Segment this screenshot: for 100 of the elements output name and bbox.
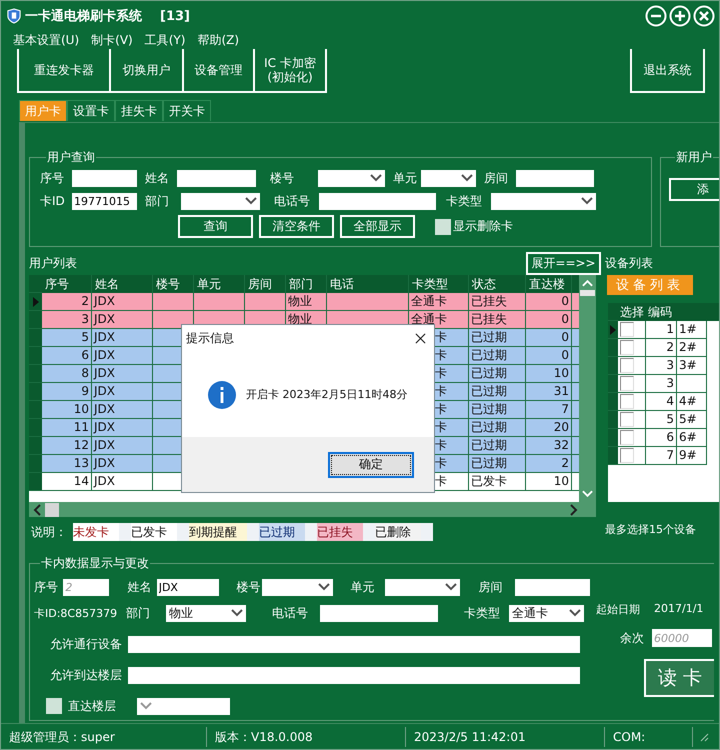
dropdown[interactable]: 全通卡: [509, 604, 584, 622]
close-icon[interactable]: [415, 333, 426, 344]
field-label: 余次: [620, 630, 644, 646]
query-button[interactable]: 清空条件: [259, 215, 334, 238]
table-cell: 10: [42, 401, 92, 419]
table-cell: 3: [646, 375, 677, 393]
date-value: 2017/1/1: [654, 602, 704, 617]
row-header-cell[interactable]: [29, 293, 42, 311]
query-button[interactable]: 全部显示: [340, 215, 415, 238]
menu-item[interactable]: 帮助(Z): [197, 32, 240, 48]
status-text: 版本：V18.0.008: [207, 726, 406, 746]
field-label: 单元: [350, 578, 376, 596]
field-label: 房间: [478, 578, 504, 596]
checkbox[interactable]: [620, 340, 634, 355]
row-header-cell[interactable]: [608, 321, 618, 339]
input-field[interactable]: [320, 604, 438, 622]
row-header-cell[interactable]: [29, 329, 42, 347]
dropdown[interactable]: [137, 698, 230, 714]
query-button[interactable]: 查询: [178, 215, 253, 238]
table-cell: 31: [526, 383, 572, 401]
toolbar-button[interactable]: 重连发卡器: [17, 49, 111, 93]
table-cell: 10: [526, 473, 572, 491]
row-header-cell[interactable]: [29, 383, 42, 401]
field-label: 允许到达楼层: [49, 666, 123, 684]
menu-item[interactable]: 制卡(V): [91, 32, 133, 48]
maximize-icon[interactable]: [669, 5, 691, 27]
resize-grip-icon[interactable]: [699, 732, 709, 742]
checkbox[interactable]: [620, 376, 634, 391]
table-cell: 11: [42, 419, 92, 437]
row-header-cell[interactable]: [608, 339, 618, 357]
row-header-cell[interactable]: [608, 357, 618, 375]
input-field[interactable]: [177, 170, 256, 186]
menu-item[interactable]: 工具(Y): [144, 32, 186, 48]
input-field[interactable]: [128, 666, 580, 684]
tab[interactable]: 挂失卡: [115, 100, 163, 121]
menu-item[interactable]: 基本设置(U): [13, 32, 80, 48]
input-field[interactable]: [319, 192, 436, 210]
dropdown[interactable]: [421, 170, 476, 186]
table-cell: 32: [526, 437, 572, 455]
table-cell: 3: [42, 311, 92, 329]
input-field[interactable]: [128, 636, 580, 652]
row-header-cell[interactable]: [608, 447, 618, 465]
dropdown[interactable]: [385, 578, 460, 596]
section-title: 设备列表: [605, 255, 654, 272]
row-header-cell[interactable]: [29, 455, 42, 473]
row-header-cell[interactable]: [608, 429, 618, 447]
dropdown[interactable]: 物业: [166, 604, 246, 622]
row-header-cell[interactable]: [608, 375, 618, 393]
scrollbar-thumb[interactable]: [580, 290, 595, 296]
table-cell: [245, 293, 286, 311]
chevron-down-icon: [461, 174, 473, 182]
add-button[interactable]: 添: [669, 178, 719, 201]
row-header-cell[interactable]: [608, 393, 618, 411]
scroll-left-icon[interactable]: [33, 504, 41, 516]
field-label: 起始日期: [596, 602, 640, 617]
scroll-down-icon[interactable]: [582, 490, 593, 498]
input-field[interactable]: [72, 170, 137, 186]
dropdown[interactable]: [491, 192, 596, 210]
table-cell: 14: [42, 473, 92, 491]
row-header-cell[interactable]: [29, 437, 42, 455]
field-label: 楼号: [236, 578, 262, 596]
row-header-cell[interactable]: [29, 419, 42, 437]
scroll-right-icon[interactable]: [570, 504, 578, 516]
table-cell: 9#: [677, 447, 707, 465]
table-cell: 2: [646, 339, 677, 357]
input-field[interactable]: [516, 170, 594, 186]
scrollbar-thumb[interactable]: [45, 502, 59, 516]
chevron-down-icon: [245, 197, 257, 205]
table-cell: 已过期: [469, 455, 526, 473]
checkbox[interactable]: [435, 218, 451, 234]
checkbox[interactable]: [620, 430, 634, 445]
tab[interactable]: 设置卡: [67, 100, 115, 121]
row-header-cell[interactable]: [29, 311, 42, 329]
checkbox[interactable]: [620, 322, 634, 337]
scroll-up-icon[interactable]: [582, 279, 593, 287]
row-header-cell[interactable]: [608, 411, 618, 429]
table-cell: 2: [526, 455, 572, 473]
checkbox[interactable]: [620, 358, 634, 373]
read-card-button[interactable]: 读 卡: [644, 659, 714, 697]
checkbox[interactable]: [620, 448, 634, 463]
ok-button[interactable]: 确定: [328, 452, 414, 478]
dropdown[interactable]: [318, 170, 385, 186]
input-field[interactable]: [515, 578, 590, 596]
toolbar-button[interactable]: 退出系统: [630, 49, 705, 93]
dropdown[interactable]: [262, 578, 333, 596]
chevron-down-icon: [231, 609, 243, 617]
checkbox[interactable]: [620, 412, 634, 427]
tab[interactable]: 开关卡: [163, 100, 211, 121]
table-cell: 1#: [677, 321, 707, 339]
minimize-icon[interactable]: [645, 5, 667, 27]
row-header-cell[interactable]: [29, 473, 42, 491]
checkbox[interactable]: [46, 698, 62, 714]
toolbar-button[interactable]: IC 卡加密 (初始化): [253, 49, 327, 93]
dropdown[interactable]: [181, 192, 260, 210]
row-header-cell[interactable]: [29, 347, 42, 365]
expand-button[interactable]: 展开==>>: [526, 252, 601, 274]
input-field[interactable]: 19771015: [72, 192, 137, 210]
checkbox[interactable]: [620, 394, 634, 409]
row-header-cell[interactable]: [29, 365, 42, 383]
row-header-cell[interactable]: [29, 401, 42, 419]
